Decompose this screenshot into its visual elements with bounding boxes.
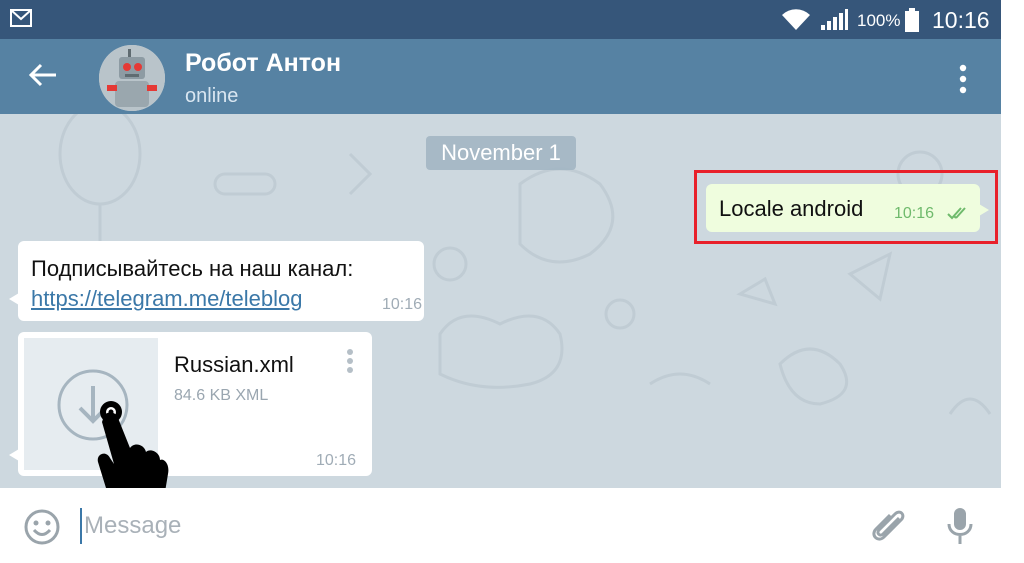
battery-percent: 100%: [857, 11, 901, 30]
contact-name[interactable]: Робот Антон: [185, 49, 341, 78]
mic-icon[interactable]: [946, 507, 974, 545]
message-link[interactable]: https://telegram.me/teleblog: [31, 286, 302, 312]
wifi-icon: [782, 9, 810, 31]
signal-icon: [821, 9, 848, 30]
message-time: 10:16: [382, 296, 423, 313]
bubble-tail: [979, 204, 989, 216]
message-bubble-incoming[interactable]: Подписывайтесь на наш канал: https://tel…: [9, 241, 424, 321]
emoji-icon[interactable]: [24, 509, 60, 545]
message-input-bar: [0, 488, 1001, 563]
file-name[interactable]: Russian.xml: [174, 352, 294, 378]
message-bubble-file[interactable]: Russian.xml 84.6 KB XML 10:16: [9, 332, 372, 476]
more-vert-icon[interactable]: [955, 64, 971, 94]
file-meta: 84.6 KB XML: [174, 387, 269, 404]
contact-presence: online: [185, 85, 239, 107]
status-time: 10:16: [932, 7, 990, 33]
message-time: 10:16: [894, 205, 935, 222]
back-arrow-icon[interactable]: [28, 62, 58, 88]
robot-avatar-icon: [99, 45, 165, 111]
bubble-tail: [9, 449, 19, 461]
date-separator: November 1: [426, 136, 576, 170]
battery-icon: [905, 8, 919, 32]
text-cursor: [80, 508, 82, 544]
message-text: Подписывайтесь на наш канал:: [31, 256, 354, 281]
message-time: 10:16: [316, 452, 357, 469]
file-more-icon[interactable]: [346, 348, 354, 374]
message-bubble-outgoing[interactable]: Locale android 10:16: [706, 184, 989, 232]
message-input[interactable]: [84, 508, 844, 544]
double-check-icon: [947, 207, 966, 220]
bubble-tail: [9, 293, 19, 305]
chat-header: Робот Антон online: [0, 39, 1001, 114]
avatar[interactable]: [99, 45, 165, 111]
message-text: Locale android: [719, 196, 864, 221]
status-bar: 100% 10:16: [0, 0, 1001, 39]
attach-icon[interactable]: [871, 508, 907, 546]
mail-icon: [10, 9, 32, 27]
